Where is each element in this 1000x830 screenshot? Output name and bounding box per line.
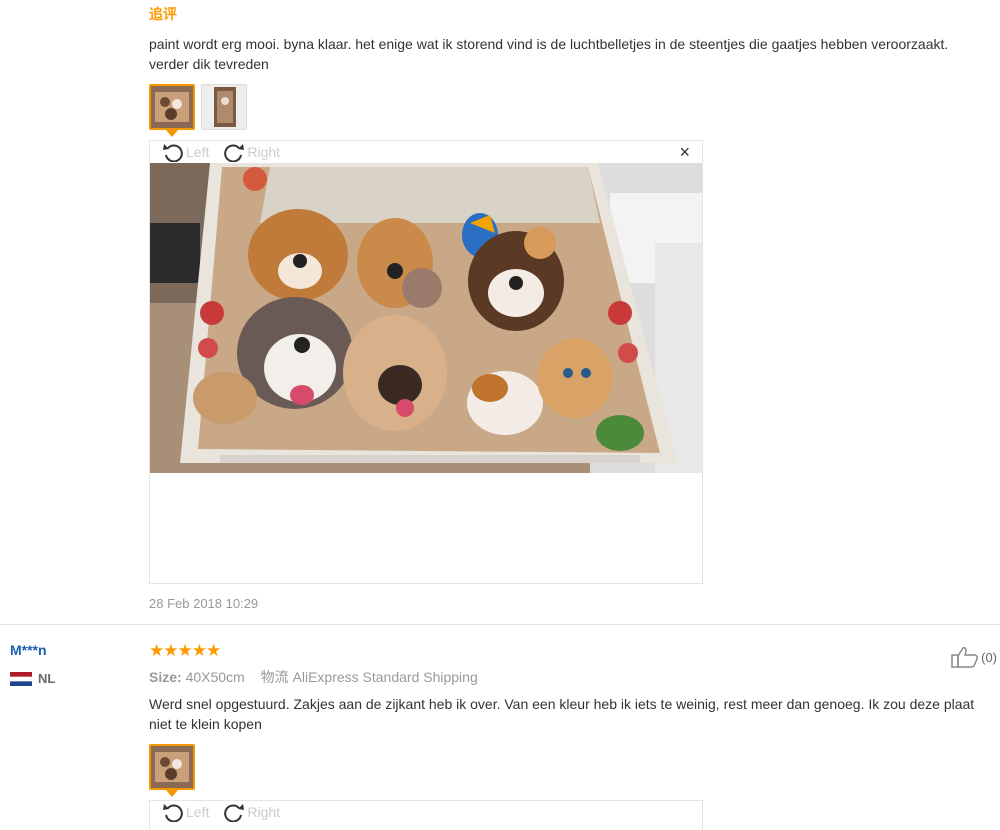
review-text: Werd snel opgestuurd. Zakjes aan de zijk… (149, 696, 975, 732)
rotate-left-label: Left (186, 144, 210, 160)
close-icon[interactable]: × (679, 143, 690, 161)
followup-tag: 追评 (149, 6, 177, 22)
rotate-right-label: Right (247, 804, 281, 820)
rotate-right-button[interactable]: Right (223, 802, 280, 822)
photo-thumbnail-icon (151, 746, 193, 788)
review-divider (0, 624, 1000, 625)
reviewer-name: M***n (10, 642, 47, 658)
shipping-label: 物流 (260, 669, 289, 685)
photo-viewer: Left Right × (149, 140, 703, 584)
rating-stars: ★★★★★ (149, 641, 221, 660)
rotate-right-label: Right (247, 144, 281, 160)
nl-flag-icon (10, 672, 32, 686)
rotate-right-button[interactable]: Right (223, 142, 280, 162)
size-label: Size: (149, 669, 182, 685)
thumb-selected-arrow (166, 790, 178, 797)
size-value: 40X50cm (185, 669, 245, 685)
review-photo-thumb-1[interactable] (149, 744, 195, 790)
review-text: paint wordt erg mooi. byna klaar. het en… (149, 36, 949, 72)
review-photo (150, 163, 702, 473)
review-photo-thumb-1[interactable] (149, 84, 195, 130)
photo-thumbnail-icon (151, 86, 193, 128)
photo-thumbnail-icon (202, 85, 246, 129)
rotate-left-button[interactable]: Left (162, 802, 209, 822)
rotate-right-icon (224, 144, 245, 162)
shipping-value: AliExpress Standard Shipping (292, 669, 478, 685)
helpful-button[interactable]: (0) (951, 646, 997, 668)
rotate-left-icon (163, 804, 183, 822)
review-date: 28 Feb 2018 10:29 (149, 596, 259, 611)
reviewer-country: NL (38, 671, 56, 686)
rotate-left-icon (163, 144, 183, 162)
photo-viewer: Left Right (149, 800, 703, 830)
review-meta: Size: 40X50cm 物流 AliExpress Standard Shi… (149, 667, 478, 687)
thumb-selected-arrow (166, 130, 178, 137)
helpful-count: (0) (981, 649, 997, 665)
review-photo-thumb-2[interactable] (201, 84, 247, 130)
rotate-right-icon (224, 804, 245, 822)
viewer-toolbar: Left Right (162, 141, 290, 163)
thumbs-up-icon (951, 647, 979, 668)
rotate-left-button[interactable]: Left (162, 142, 209, 162)
viewer-toolbar: Left Right (162, 801, 290, 823)
rotate-left-label: Left (186, 804, 210, 820)
